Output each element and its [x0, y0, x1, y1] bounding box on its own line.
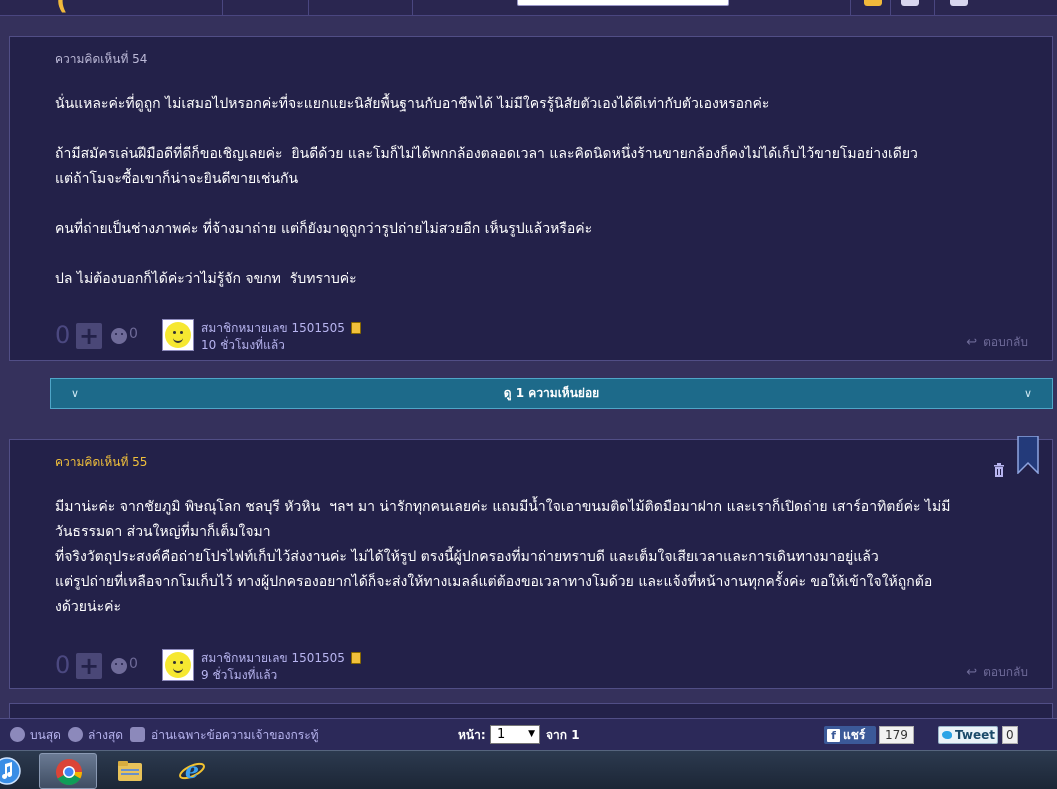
user-avatar-icon[interactable] [950, 0, 968, 6]
comment-footer: 0 + 0 สมาชิกหมายเลข 1501505 9 ชั่วโมงที่… [10, 649, 1052, 685]
vote-count: 0 [55, 321, 71, 349]
header-divider [308, 0, 309, 15]
taskbar-app-explorer[interactable] [101, 753, 159, 789]
trash-icon[interactable] [993, 463, 1005, 477]
tweet-label: Tweet [955, 728, 995, 742]
search-input[interactable] [517, 0, 729, 6]
emotion-count: 0 [129, 326, 138, 342]
comment-paragraph: คนที่ถ่ายเป็นช่างภาพค่ะ ที่จ้างมาถ่าย แต… [55, 221, 593, 237]
page-label: หน้า: [458, 728, 486, 742]
page-select-value: 1 [497, 727, 506, 742]
facebook-share-count: 179 [879, 726, 914, 744]
emotion-count: 0 [129, 656, 138, 672]
comment-paragraph: นั่นแหละค่ะที่ดูถูก ไม่เสมอไปหรอกค่ะที่จ… [55, 96, 770, 112]
bottom-toolbar: บนสุด ล่างสุด อ่านเฉพาะข้อความเจ้าของกระ… [0, 718, 1057, 750]
plus-vote-button[interactable]: + [76, 323, 102, 349]
member-badge-icon [351, 322, 361, 334]
owner-filter-icon[interactable] [130, 727, 145, 742]
tweet-button[interactable]: Tweet [938, 726, 998, 744]
itunes-icon [0, 757, 21, 785]
plus-vote-button[interactable]: + [76, 653, 102, 679]
taskbar-app-ie[interactable]: e [163, 753, 221, 789]
comment-card: ความคิดเห็นที่ 55 มีมาน่ะค่ะ จากชัยภูมิ … [9, 439, 1053, 689]
site-logo[interactable]: ( [56, 0, 68, 15]
reply-button[interactable]: ↩ ตอบกลับ [966, 663, 1028, 682]
chevron-down-icon: ∨ [71, 387, 80, 400]
chat-icon[interactable] [901, 0, 919, 6]
avatar[interactable] [162, 319, 194, 351]
scroll-bottom-link[interactable]: ล่างสุด [88, 726, 123, 745]
reply-label: ตอบกลับ [983, 335, 1028, 349]
scroll-top-icon[interactable] [10, 727, 25, 742]
comment-body: นั่นแหละค่ะที่ดูถูก ไม่เสมอไปหรอกค่ะที่จ… [55, 92, 1015, 317]
member-badge-icon [351, 652, 361, 664]
reply-arrow-icon: ↩ [966, 665, 978, 680]
smiley-icon [165, 652, 191, 678]
scroll-top-link[interactable]: บนสุด [30, 726, 61, 745]
comment-card: ความคิดเห็นที่ 54 นั่นแหละค่ะที่ดูถูก ไม… [9, 36, 1053, 361]
bookmark-icon[interactable] [1017, 436, 1039, 474]
vote-count: 0 [55, 651, 71, 679]
taskbar-app-itunes[interactable] [0, 753, 36, 789]
folder-icon [118, 761, 142, 781]
internet-explorer-icon: e [179, 758, 205, 784]
facebook-share-button[interactable]: f แชร์ [824, 726, 876, 744]
comment-footer: 0 + 0 สมาชิกหมายเลข 1501505 10 ชั่วโมงที… [10, 319, 1052, 355]
header-divider [412, 0, 413, 15]
facebook-share-label: แชร์ [843, 728, 866, 742]
comment-time: 9 ชั่วโมงที่แล้ว [201, 668, 278, 682]
site-header: ( [0, 0, 1057, 16]
reply-label: ตอบกลับ [983, 665, 1028, 679]
facebook-icon: f [827, 729, 840, 742]
comment-time: 10 ชั่วโมงที่แล้ว [201, 338, 285, 352]
expand-replies-button[interactable]: ∨ ดู 1 ความเห็นย่อย ∨ [50, 378, 1053, 409]
svg-text:e: e [185, 758, 199, 784]
chevron-down-icon: ∨ [1023, 387, 1032, 400]
expand-replies-label: ดู 1 ความเห็นย่อย [503, 386, 600, 400]
header-divider [850, 0, 851, 15]
comment-number: ความคิดเห็นที่ 54 [55, 52, 148, 66]
header-divider [934, 0, 935, 15]
header-divider [222, 0, 223, 15]
comment-paragraph: มีมาน่ะค่ะ จากชัยภูมิ พิษณุโลก ชลบุรี หั… [55, 499, 951, 615]
emotion-icon[interactable] [111, 658, 127, 674]
avatar[interactable] [162, 649, 194, 681]
tweet-count: 0 [1002, 726, 1018, 744]
comment-paragraph: ถ้ามีสมัครเล่นฝีมือดีที่ดีก็ขอเชิญเลยค่ะ… [55, 146, 918, 187]
owner-filter-link[interactable]: อ่านเฉพาะข้อความเจ้าของกระทู้ [151, 726, 319, 745]
smiley-icon [165, 322, 191, 348]
chrome-icon [56, 759, 83, 786]
emotion-icon[interactable] [111, 328, 127, 344]
page-select[interactable]: 1 ▼ [490, 725, 540, 744]
reply-button[interactable]: ↩ ตอบกลับ [966, 333, 1028, 352]
dropdown-arrow-icon: ▼ [528, 729, 535, 739]
comment-paragraph: ปล ไม่ต้องบอกก็ได้ค่ะว่าไม่รู้จัก จขกท ร… [55, 271, 357, 287]
header-divider [890, 0, 891, 15]
page-total: จาก 1 [546, 728, 580, 742]
reply-arrow-icon: ↩ [966, 335, 978, 350]
notification-icon[interactable] [864, 0, 882, 6]
os-taskbar: e [0, 750, 1057, 789]
comment-body: มีมาน่ะค่ะ จากชัยภูมิ พิษณุโลก ชลบุรี หั… [55, 495, 1015, 645]
scroll-bottom-icon[interactable] [68, 727, 83, 742]
taskbar-app-chrome[interactable] [39, 753, 97, 789]
twitter-icon [942, 731, 952, 739]
comment-number: ความคิดเห็นที่ 55 [55, 455, 148, 469]
